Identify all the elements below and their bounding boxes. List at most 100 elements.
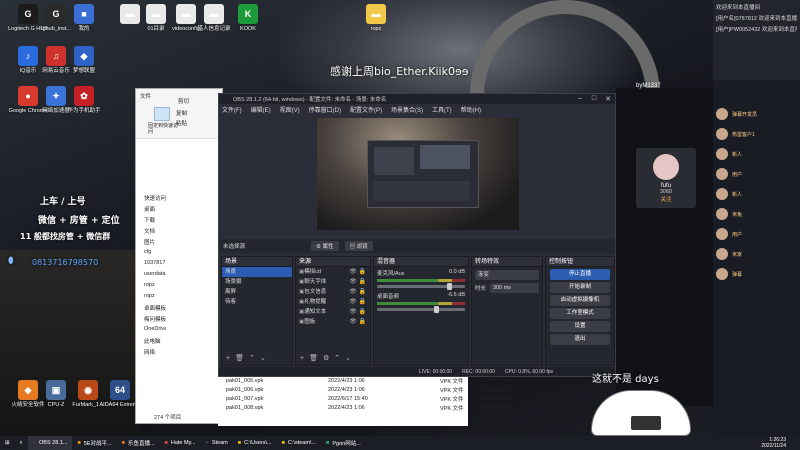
scene-item[interactable]: 离屏 bbox=[222, 287, 292, 297]
trash-icon[interactable]: 🗑 bbox=[309, 354, 318, 362]
source-item[interactable]: ▣ 通知文本 👁 🔒 bbox=[296, 307, 370, 317]
close-icon[interactable]: ✕ bbox=[601, 95, 615, 103]
control-button[interactable]: 开始录制 bbox=[550, 282, 610, 293]
add-icon[interactable]: + bbox=[226, 355, 230, 362]
desktop-icon[interactable]: ■ 我的 bbox=[60, 4, 108, 33]
file-row[interactable]: pak01_007.vpk 2022/6/17 15:40 VPK 文件 141,64… bbox=[218, 394, 509, 403]
control-button[interactable]: 退出 bbox=[550, 334, 610, 345]
menu-item[interactable]: 工具(T) bbox=[432, 105, 452, 114]
file-row[interactable]: pak01_008.vpk 2022/4/23 1:06 VPK 文件 139,020… bbox=[218, 403, 509, 412]
taskbar-app[interactable]: ■ Steam bbox=[201, 436, 233, 450]
ribbon-cut[interactable]: 剪切 bbox=[178, 97, 189, 105]
menu-item[interactable]: 停靠窗口(D) bbox=[309, 105, 341, 114]
nav-item[interactable]: 此电脑 bbox=[136, 337, 166, 348]
taskbar-app[interactable]: ■ 5E对战平... bbox=[72, 436, 116, 450]
nav-item[interactable]: OneDrive bbox=[136, 326, 166, 337]
taskbar-app[interactable]: ■ C:\steam\... bbox=[277, 436, 321, 450]
taskbar-app[interactable]: ■ Hate My... bbox=[160, 436, 201, 450]
eye-icon[interactable]: 👁 🔒 bbox=[349, 267, 366, 277]
properties-button[interactable]: ⚙ 属性 bbox=[311, 241, 339, 251]
viewer-row[interactable]: 弹幕 bbox=[716, 268, 742, 280]
volume-slider[interactable] bbox=[377, 306, 465, 313]
eye-icon[interactable]: 👁 🔒 bbox=[349, 317, 366, 327]
menu-item[interactable]: 文件(F) bbox=[222, 105, 242, 114]
nav-item[interactable]: 下载 bbox=[136, 216, 166, 227]
pin-icon[interactable] bbox=[154, 107, 170, 121]
source-item[interactable]: ▣ 礼物提醒 👁 🔒 bbox=[296, 297, 370, 307]
ribbon-pin[interactable]: 固定到快速访问 bbox=[148, 123, 178, 135]
ribbon-file[interactable]: 文件 bbox=[140, 92, 151, 100]
menu-item[interactable]: 帮助(H) bbox=[461, 105, 481, 114]
eye-icon[interactable]: 👁 🔒 bbox=[349, 277, 366, 287]
chevron-down-icon[interactable]: ⌄ bbox=[345, 354, 351, 362]
viewer-row[interactable]: 新人 bbox=[716, 188, 742, 200]
chevron-up-icon[interactable]: ⌃ bbox=[334, 354, 340, 362]
scene-item[interactable]: 场景 bbox=[222, 267, 292, 277]
nav-item[interactable]: 桌面 bbox=[136, 205, 166, 216]
viewer-row[interactable]: 用户 bbox=[716, 228, 742, 240]
control-button[interactable]: 停止直播 bbox=[550, 269, 610, 280]
menu-item[interactable]: 视图(V) bbox=[280, 105, 300, 114]
nav-item[interactable]: cfg bbox=[136, 249, 166, 260]
menu-item[interactable]: 配置文件(P) bbox=[350, 105, 382, 114]
viewer-row[interactable]: 弹幕开发员 bbox=[716, 108, 757, 120]
eye-icon[interactable]: 👁 🔒 bbox=[349, 287, 366, 297]
filters-button[interactable]: ▤ 滤镜 bbox=[344, 241, 373, 251]
minimize-icon[interactable]: – bbox=[573, 95, 587, 103]
nav-item[interactable]: 1037817 bbox=[136, 260, 166, 271]
chevron-down-icon[interactable]: ⌄ bbox=[260, 354, 266, 362]
viewer-row[interactable]: 热鉴客户1 bbox=[716, 128, 755, 140]
control-button[interactable]: 设置 bbox=[550, 321, 610, 332]
scene-item[interactable]: 待客 bbox=[222, 297, 292, 307]
add-icon[interactable]: + bbox=[300, 355, 304, 362]
control-button[interactable]: 启动虚拟摄像机 bbox=[550, 295, 610, 306]
nav-item[interactable]: 快速访问 bbox=[136, 194, 166, 205]
source-item[interactable]: ▣ 聊天字体 👁 🔒 bbox=[296, 277, 370, 287]
file-explorer-window[interactable]: 文件 固定到快速访问 复制 粘贴 剪切 快速访问 桌面 下载 文档 图片 cfg 10378… bbox=[135, 88, 223, 424]
nav-item[interactable]: 文档 bbox=[136, 227, 166, 238]
nav-item[interactable]: userdata bbox=[136, 271, 166, 282]
source-item[interactable]: ▣ 包文信息 👁 🔒 bbox=[296, 287, 370, 297]
viewer-row[interactable]: 新人 bbox=[716, 148, 742, 160]
nav-item[interactable]: 梅问模板 bbox=[136, 315, 166, 326]
ribbon-paste[interactable]: 粘贴 bbox=[176, 119, 187, 127]
viewer-row[interactable]: 用户 bbox=[716, 168, 742, 180]
transition-select[interactable]: 渐变 bbox=[475, 270, 539, 280]
viewer-row[interactable]: 米兔 bbox=[716, 208, 742, 220]
menu-item[interactable]: 场景集合(S) bbox=[391, 105, 423, 114]
taskbar-app[interactable]: ■ 乐鱼直播... bbox=[117, 436, 160, 450]
chevron-up-icon[interactable]: ⌃ bbox=[249, 354, 255, 362]
volume-slider[interactable] bbox=[377, 283, 465, 290]
maximize-icon[interactable]: □ bbox=[587, 95, 601, 103]
gear-icon[interactable]: ⚙ bbox=[323, 354, 329, 362]
nav-item[interactable]: 网络 bbox=[136, 348, 166, 359]
eye-icon[interactable]: 👁 🔒 bbox=[349, 297, 366, 307]
desktop-icon[interactable]: ◆ 梦想联盟 bbox=[60, 46, 108, 75]
ribbon-copy[interactable]: 复制 bbox=[176, 109, 187, 117]
obs-preview[interactable] bbox=[317, 118, 519, 230]
control-button[interactable]: 工作室模式 bbox=[550, 308, 610, 319]
duration-input[interactable]: 300 ms bbox=[490, 283, 539, 293]
search-button[interactable]: ⌕ bbox=[15, 436, 28, 450]
eye-icon[interactable]: 👁 🔒 bbox=[349, 307, 366, 317]
obs-window[interactable]: OBS 28.1.2 (64-bit, windows) - 配置文件: 未命名… bbox=[218, 93, 616, 377]
desktop-icon[interactable]: ▬ ropz bbox=[352, 4, 400, 33]
source-item[interactable]: ▣ 模拟cd 👁 🔒 bbox=[296, 267, 370, 277]
file-row[interactable]: pak01_006.vpk 2022/4/23 1:06 VPK 文件 130,506… bbox=[218, 385, 509, 394]
taskbar-app[interactable]: ■ Pgon网站... bbox=[321, 436, 366, 450]
start-button[interactable]: ⊞ bbox=[0, 436, 15, 450]
file-row[interactable]: pak01_005.vpk 2022/4/23 1:06 VPK 文件 107,540… bbox=[218, 376, 509, 385]
nav-item[interactable]: ropz bbox=[136, 282, 166, 293]
desktop-icon[interactable]: K KOOK bbox=[224, 4, 272, 33]
viewer-row[interactable]: 米家 bbox=[716, 248, 742, 260]
trash-icon[interactable]: 🗑 bbox=[235, 354, 244, 362]
desktop-icon[interactable]: ✿ 华为手机助手 bbox=[60, 86, 108, 115]
nav-item[interactable]: ropz bbox=[136, 293, 166, 304]
nav-item[interactable]: 卓面模板 bbox=[136, 304, 166, 315]
taskbar-app[interactable]: ■ C:\Users\... bbox=[233, 436, 277, 450]
scene-item[interactable]: 场景摄 bbox=[222, 277, 292, 287]
nav-item[interactable]: 图片 bbox=[136, 238, 166, 249]
taskbar-app[interactable]: ■ OBS 28.1... bbox=[27, 436, 73, 450]
source-item[interactable]: ▣ 图板 👁 🔒 bbox=[296, 317, 370, 327]
menu-item[interactable]: 编辑(E) bbox=[251, 105, 271, 114]
